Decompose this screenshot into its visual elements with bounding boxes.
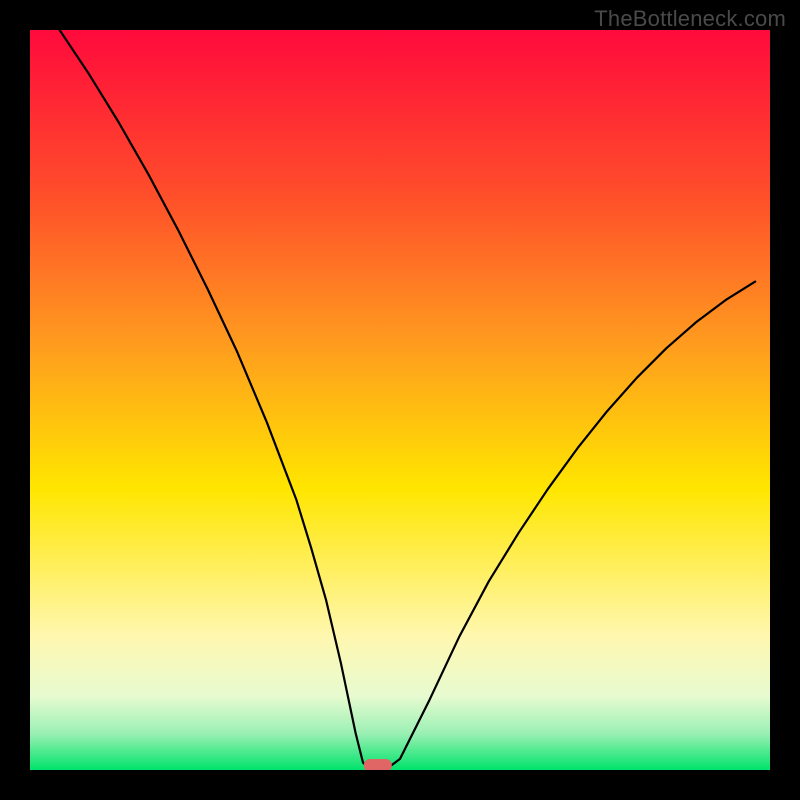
plot-area — [30, 30, 770, 770]
chart-frame: TheBottleneck.com — [0, 0, 800, 800]
gradient-background — [30, 30, 770, 770]
watermark: TheBottleneck.com — [594, 6, 786, 32]
minimum-marker — [364, 759, 392, 770]
chart-svg — [30, 30, 770, 770]
